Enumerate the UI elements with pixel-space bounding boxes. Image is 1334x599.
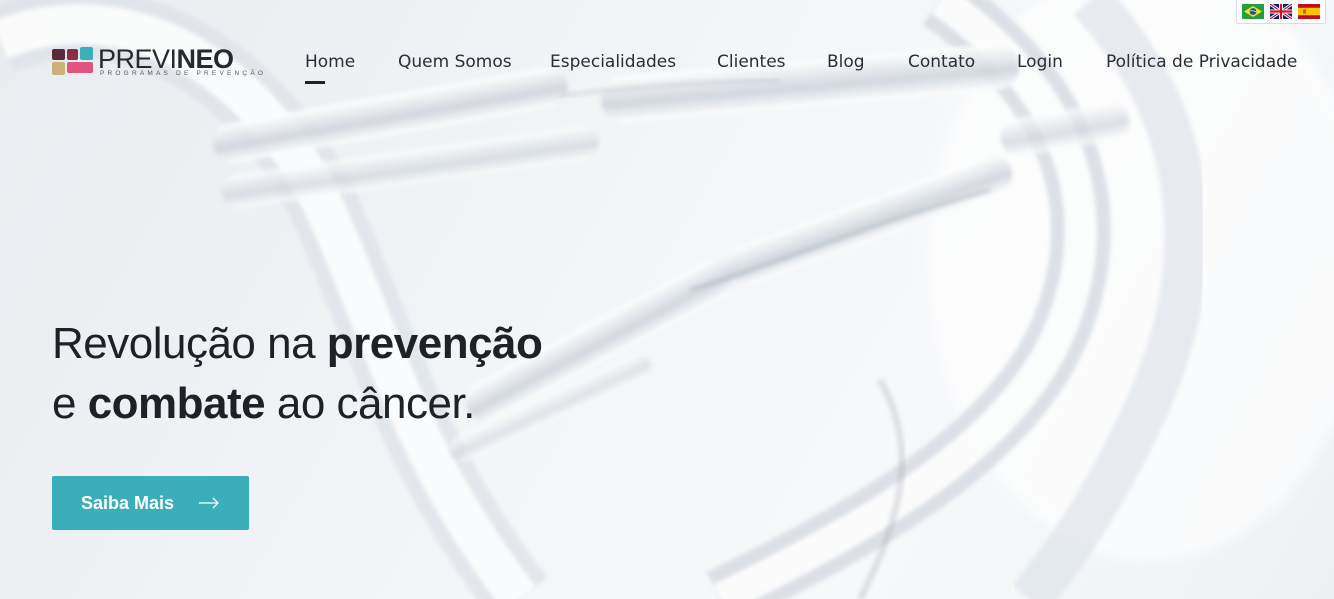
saiba-mais-button[interactable]: Saiba Mais	[52, 476, 249, 530]
previneo-logo-mark-icon	[52, 47, 93, 75]
saiba-mais-label: Saiba Mais	[81, 492, 175, 513]
spain-flag-icon[interactable]	[1298, 4, 1320, 19]
arrow-right-icon	[199, 497, 219, 509]
language-selector	[1236, 0, 1326, 24]
hero-text-thin: e	[52, 379, 88, 428]
nav-item-blog[interactable]: Blog	[827, 50, 865, 74]
hero-text-bold: prevenção	[326, 319, 543, 368]
nav-item-contato[interactable]: Contato	[908, 50, 975, 74]
hero-headline: Revolução na prevenção e combate ao cânc…	[52, 314, 543, 434]
nav-active-indicator	[305, 81, 325, 84]
hero-headline-line-2: e combate ao câncer.	[52, 374, 542, 434]
hero-text-thin: ao câncer.	[265, 379, 476, 428]
nav-item-login[interactable]: Login	[1017, 50, 1063, 74]
hero-section: PREVINEO PROGRAMAS DE PREVENÇÃO Home Que…	[0, 0, 1334, 599]
nav-item-politica-de-privacidade[interactable]: Política de Privacidade	[1106, 50, 1297, 74]
nav-item-quem-somos[interactable]: Quem Somos	[398, 50, 512, 74]
nav-item-home[interactable]: Home	[305, 50, 355, 74]
nav-item-clientes[interactable]: Clientes	[717, 50, 786, 74]
hero-text-bold: combate	[87, 379, 266, 428]
nav-item-especialidades[interactable]: Especialidades	[550, 50, 676, 74]
previneo-logo[interactable]: PREVINEO PROGRAMAS DE PREVENÇÃO	[52, 44, 282, 81]
hero-text-thin: Revolução na	[52, 319, 327, 368]
logo-tagline: PROGRAMAS DE PREVENÇÃO	[100, 70, 267, 77]
hero-headline-line-1: Revolução na prevenção	[52, 314, 543, 374]
uk-flag-icon[interactable]	[1270, 4, 1292, 19]
brazil-flag-icon[interactable]	[1242, 4, 1264, 19]
